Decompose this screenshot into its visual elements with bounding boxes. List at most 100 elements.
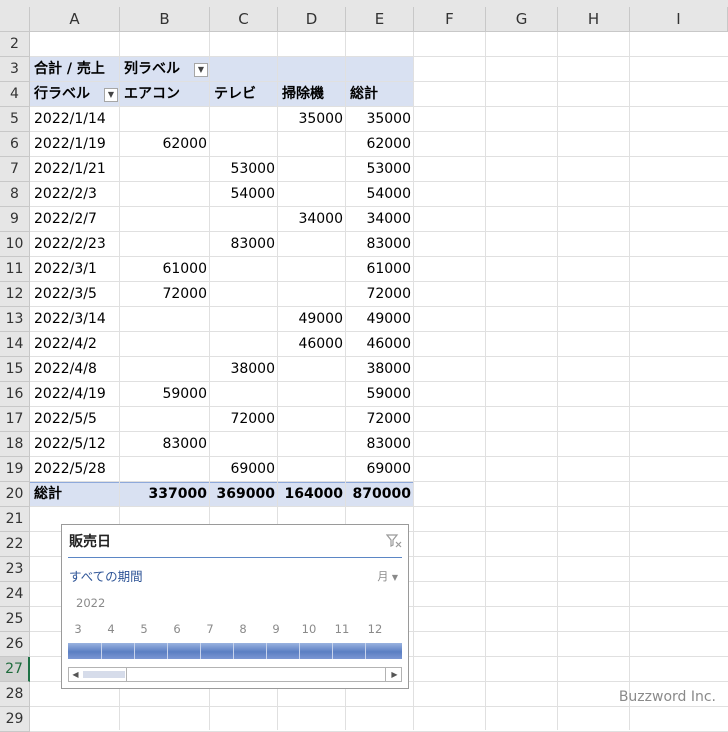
pivot-value-cell[interactable]: 34000 [278, 207, 346, 232]
column-header-b[interactable]: B [120, 7, 210, 32]
pivot-row-date[interactable]: 2022/4/19 [30, 382, 120, 407]
pivot-value-cell[interactable]: 59000 [120, 382, 210, 407]
row-header-20[interactable]: 20 [0, 482, 30, 507]
clear-filter-icon[interactable] [386, 533, 402, 549]
pivot-value-cell[interactable]: 35000 [278, 107, 346, 132]
pivot-value-cell[interactable]: 72000 [346, 407, 414, 432]
pivot-value-cell[interactable]: 72000 [346, 282, 414, 307]
column-labels-filter-button[interactable]: ▼ [194, 63, 208, 77]
row-header-9[interactable]: 9 [0, 207, 30, 232]
pivot-value-cell[interactable]: 38000 [210, 357, 278, 382]
row-header-23[interactable]: 23 [0, 557, 30, 582]
month-label[interactable]: 6 [161, 622, 193, 636]
pivot-value-cell[interactable]: 72000 [120, 282, 210, 307]
scroll-thumb[interactable] [83, 671, 125, 678]
pivot-value-cell[interactable]: 83000 [346, 432, 414, 457]
pivot-row-date[interactable]: 2022/2/23 [30, 232, 120, 257]
pivot-value-cell[interactable]: 49000 [278, 307, 346, 332]
scroll-track[interactable] [126, 668, 386, 681]
month-label[interactable]: 10 [293, 622, 325, 636]
pivot-value-cell[interactable]: 83000 [210, 232, 278, 257]
column-header-d[interactable]: D [278, 7, 346, 32]
row-header-6[interactable]: 6 [0, 132, 30, 157]
pivot-row-date[interactable]: 2022/3/5 [30, 282, 120, 307]
row-header-26[interactable]: 26 [0, 632, 30, 657]
row-header-13[interactable]: 13 [0, 307, 30, 332]
row-header-4[interactable]: 4 [0, 82, 30, 107]
scroll-right-icon[interactable]: ▶ [388, 668, 401, 681]
row-header-17[interactable]: 17 [0, 407, 30, 432]
pivot-row-date[interactable]: 2022/1/14 [30, 107, 120, 132]
pivot-value-cell[interactable]: 69000 [210, 457, 278, 482]
pivot-value-cell[interactable]: 61000 [346, 257, 414, 282]
time-level-dropdown[interactable]: 月 ▼ [377, 568, 398, 584]
pivot-grand-total-value[interactable]: 870000 [346, 482, 414, 507]
row-header-15[interactable]: 15 [0, 357, 30, 382]
month-label[interactable]: 4 [95, 622, 127, 636]
pivot-grand-total-value[interactable]: 337000 [120, 482, 210, 507]
month-label[interactable]: 9 [260, 622, 292, 636]
row-header-12[interactable]: 12 [0, 282, 30, 307]
pivot-row-date[interactable]: 2022/1/21 [30, 157, 120, 182]
month-label[interactable]: 5 [128, 622, 160, 636]
row-header-14[interactable]: 14 [0, 332, 30, 357]
row-header-3[interactable]: 3 [0, 57, 30, 82]
pivot-row-date[interactable]: 2022/2/3 [30, 182, 120, 207]
pivot-value-cell[interactable]: 53000 [210, 157, 278, 182]
pivot-row-date[interactable]: 2022/5/28 [30, 457, 120, 482]
row-header-11[interactable]: 11 [0, 257, 30, 282]
column-header-e[interactable]: E [346, 7, 414, 32]
row-header-25[interactable]: 25 [0, 607, 30, 632]
pivot-value-cell[interactable]: 54000 [210, 182, 278, 207]
pivot-row-date[interactable]: 2022/3/14 [30, 307, 120, 332]
timeline-scrollbar[interactable]: ◀ ▶ [68, 667, 402, 682]
pivot-value-cell[interactable]: 83000 [346, 232, 414, 257]
pivot-value-cell[interactable]: 54000 [346, 182, 414, 207]
timeline-slicer[interactable]: 販売日 すべての期間 月 ▼ 2022 3 4 5 6 7 8 9 10 11 12 ◀ ▶ [61, 524, 409, 689]
pivot-value-cell[interactable]: 46000 [346, 332, 414, 357]
timeline-selection-bar[interactable] [68, 643, 402, 659]
row-labels-filter-button[interactable]: ▼ [104, 88, 118, 102]
row-header-10[interactable]: 10 [0, 232, 30, 257]
pivot-row-date[interactable]: 2022/5/5 [30, 407, 120, 432]
pivot-value-cell[interactable]: 34000 [346, 207, 414, 232]
pivot-value-cell[interactable]: 53000 [346, 157, 414, 182]
pivot-row-date[interactable]: 2022/1/19 [30, 132, 120, 157]
pivot-value-cell[interactable]: 59000 [346, 382, 414, 407]
row-header-7[interactable]: 7 [0, 157, 30, 182]
row-header-29[interactable]: 29 [0, 707, 30, 732]
column-header-f[interactable]: F [414, 7, 486, 32]
scroll-left-icon[interactable]: ◀ [69, 668, 82, 681]
pivot-value-cell[interactable]: 35000 [346, 107, 414, 132]
row-header-28[interactable]: 28 [0, 682, 30, 707]
pivot-grand-total-value[interactable]: 369000 [210, 482, 278, 507]
pivot-value-cell[interactable]: 38000 [346, 357, 414, 382]
month-label[interactable]: 11 [326, 622, 358, 636]
row-header-18[interactable]: 18 [0, 432, 30, 457]
pivot-column-labels-label[interactable]: 列ラベル [120, 57, 200, 82]
month-label[interactable]: 8 [227, 622, 259, 636]
column-header-i[interactable]: I [630, 7, 728, 32]
row-header-2[interactable]: 2 [0, 32, 30, 57]
row-header-22[interactable]: 22 [0, 532, 30, 557]
pivot-row-date[interactable]: 2022/3/1 [30, 257, 120, 282]
row-header-16[interactable]: 16 [0, 382, 30, 407]
pivot-row-date[interactable]: 2022/5/12 [30, 432, 120, 457]
month-label[interactable]: 12 [359, 622, 391, 636]
pivot-value-cell[interactable]: 62000 [346, 132, 414, 157]
pivot-value-cell[interactable]: 69000 [346, 457, 414, 482]
pivot-value-cell[interactable]: 46000 [278, 332, 346, 357]
pivot-value-cell[interactable]: 72000 [210, 407, 278, 432]
pivot-value-cell[interactable]: 49000 [346, 307, 414, 332]
pivot-value-cell[interactable]: 83000 [120, 432, 210, 457]
month-label[interactable]: 7 [194, 622, 226, 636]
row-header-24[interactable]: 24 [0, 582, 30, 607]
month-label[interactable]: 3 [62, 622, 94, 636]
pivot-row-date[interactable]: 2022/2/7 [30, 207, 120, 232]
row-header-21[interactable]: 21 [0, 507, 30, 532]
row-header-5[interactable]: 5 [0, 107, 30, 132]
pivot-value-cell[interactable]: 62000 [120, 132, 210, 157]
column-header-g[interactable]: G [486, 7, 558, 32]
select-all-corner[interactable] [0, 7, 30, 32]
pivot-value-cell[interactable]: 61000 [120, 257, 210, 282]
